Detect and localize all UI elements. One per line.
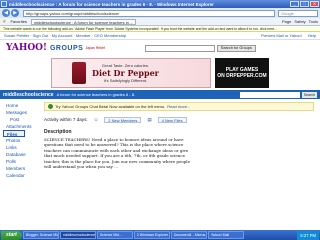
group-search-button[interactable]: Search (301, 91, 317, 98)
description-text: SCIENCE TEACHERS! Need a place to bounce… (44, 137, 190, 170)
page-menu[interactable]: Page (282, 19, 291, 24)
favorites-star-icon[interactable]: ★ (2, 19, 6, 25)
ad-tagline: It's Satisfyingly Different. (103, 78, 148, 83)
taskbar-item[interactable]: Blogger: Science Mid... (22, 231, 59, 239)
yahoo-groups-header: YAHOO! GROUPS Japan Relief Search for Gr… (0, 40, 320, 56)
diet-dr-pepper-banner[interactable]: Great Taste. Zero calories. Diet Dr Pepp… (51, 58, 211, 88)
group-search-input[interactable] (239, 91, 300, 98)
chat-announcement: Try Yahoo! Groups Chat Beta! Now availab… (44, 102, 314, 111)
activity-row: Activity within 7 days: ☺ 2 New Members … (44, 116, 314, 123)
minimize-button[interactable]: _ (290, 1, 299, 7)
chat-text: Try Yahoo! Groups Chat Beta! Now availab… (55, 104, 166, 109)
groups-wordmark: GROUPS (49, 44, 84, 52)
help-link[interactable]: Help (308, 33, 316, 38)
play-games-site: ON DRPEPPER.COM (217, 73, 267, 79)
soda-can-image (72, 62, 86, 84)
maximize-button[interactable]: □ (300, 1, 309, 7)
favorites-button[interactable]: Favorites (10, 19, 26, 24)
mail-preview-link[interactable]: Preview Mail or Yahoo! (261, 33, 302, 38)
group-header-bar: middleschoolscience A forum for science … (0, 90, 320, 99)
search-for-groups-button[interactable]: Search for Groups (216, 44, 256, 52)
activity-label: Activity within 7 days: (44, 117, 88, 122)
members-icon: ☺ (93, 117, 99, 122)
group-description: A forum for science teachers in grades 6… (56, 92, 136, 97)
group-main: Try Yahoo! Groups Chat Beta! Now availab… (40, 99, 320, 179)
sidebar-item-calendar[interactable]: Calendar (3, 172, 40, 179)
taskbar-item[interactable]: Document1 - Micros... (170, 231, 207, 239)
sidebar-item-members[interactable]: Members (3, 165, 40, 172)
taskbar-item[interactable]: 2 Windows Explorer (133, 231, 170, 239)
forward-button[interactable]: ▶ (11, 9, 19, 17)
japan-relief-link[interactable]: Japan Relief (85, 46, 104, 50)
advertisement[interactable]: Great Taste. Zero calories. Diet Dr Pepp… (0, 56, 320, 90)
ie-icon (1, 1, 7, 7)
read-more-link[interactable]: Read more... (167, 104, 190, 109)
play-games-banner[interactable]: PLAY GAMES ON DRPEPPER.COM (215, 58, 269, 88)
account-links[interactable]: Susan Pettifer · Sign Out · My Account ·… (4, 33, 126, 38)
address-bar: ◀ ▶ http://groups.yahoo.com/group/middle… (0, 8, 320, 18)
back-button[interactable]: ◀ (2, 9, 10, 17)
tools-menu[interactable]: Tools (309, 19, 318, 24)
description-heading: Description (44, 129, 72, 135)
browser-tab[interactable]: middleschoolscience : A forum for scienc… (30, 18, 137, 25)
chat-icon (48, 104, 53, 109)
sidebar-item-post[interactable]: Post (3, 116, 40, 123)
window-title: middleschoolscience : A forum for scienc… (9, 1, 214, 7)
url-field[interactable]: http://groups.yahoo.com/group/middlescho… (23, 9, 275, 17)
close-button[interactable]: ✕ (310, 1, 319, 7)
group-name[interactable]: middleschoolscience (3, 92, 54, 98)
sidebar-item-photos[interactable]: Photos (3, 137, 40, 144)
window-titlebar: middleschoolscience : A forum for scienc… (0, 0, 320, 8)
search-field[interactable]: Google (278, 9, 318, 17)
groups-search-input[interactable] (144, 44, 215, 52)
command-bar: Page Safety Tools (282, 19, 318, 24)
windows-taskbar: start Blogger: Science Mid... middlescho… (0, 230, 320, 240)
yahoo-top-nav: Susan Pettifer · Sign Out · My Account ·… (0, 32, 320, 40)
taskbar-item[interactable]: middleschoolscience... (59, 231, 96, 239)
taskbar-item[interactable]: Yahoo! Mail (207, 231, 244, 239)
page-content: Susan Pettifer · Sign Out · My Account ·… (0, 32, 320, 230)
sidebar-item-messages[interactable]: Messages (3, 109, 40, 116)
yahoo-logo[interactable]: YAHOO! (6, 43, 47, 53)
system-clock: 5:27 PM (297, 230, 319, 240)
favorites-bar: ★ Favorites middleschoolscience : A foru… (0, 18, 320, 26)
files-icon: ▤ (147, 116, 152, 122)
new-members-link[interactable]: 2 New Members (104, 116, 142, 123)
new-files-link[interactable]: 4 New Files (157, 116, 187, 123)
group-sidebar: Home Messages Post Attachments Files Pho… (0, 99, 40, 179)
taskbar-item[interactable]: Science Mid... (96, 231, 133, 239)
start-button[interactable]: start (1, 230, 22, 240)
sidebar-item-polls[interactable]: Polls (3, 158, 40, 165)
sidebar-item-attachments[interactable]: Attachments (3, 123, 40, 130)
ad-product: Diet Dr Pepper (92, 68, 159, 78)
sidebar-item-files[interactable]: Files (3, 130, 25, 137)
sidebar-item-links[interactable]: Links (3, 144, 40, 151)
sidebar-item-database[interactable]: Database (3, 151, 40, 158)
safety-menu[interactable]: Safety (294, 19, 305, 24)
sidebar-item-home[interactable]: Home (3, 102, 40, 109)
